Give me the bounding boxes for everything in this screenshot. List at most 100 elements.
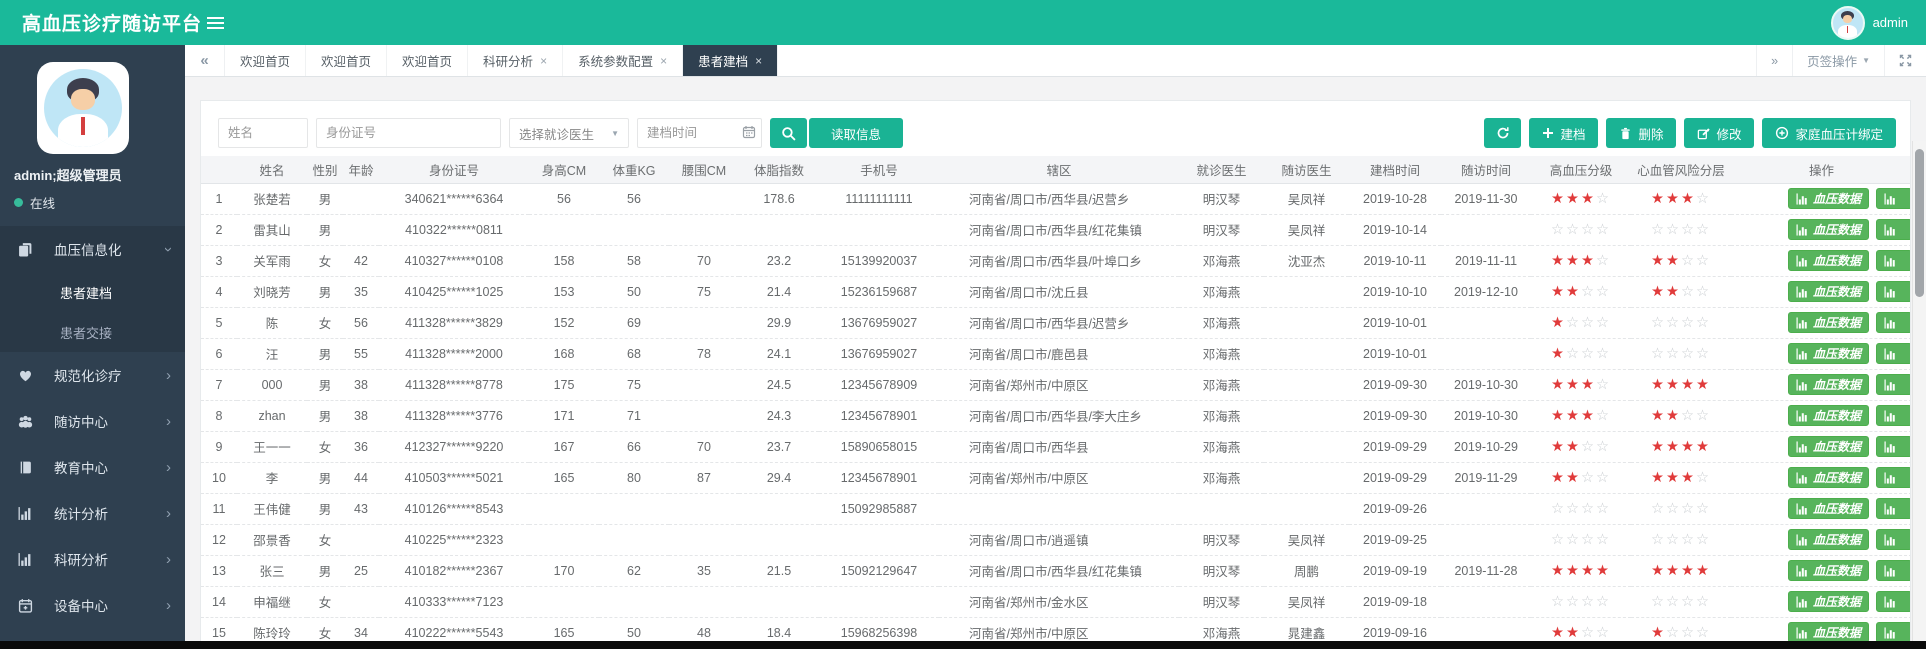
- table-row[interactable]: 9王一一女36412327******9220167667023.7158906…: [201, 431, 1911, 462]
- star-empty-icon: ☆: [1551, 501, 1566, 517]
- sidebar-item[interactable]: 规范化诊疗›: [0, 352, 185, 398]
- bp-chart-button[interactable]: [1876, 374, 1911, 395]
- bp-chart-button[interactable]: [1876, 188, 1911, 209]
- bind-bp-monitor-label: 家庭血压计绑定: [1795, 124, 1883, 143]
- bp-chart-button[interactable]: [1876, 498, 1911, 519]
- bp-data-button[interactable]: 血压数据: [1788, 312, 1869, 333]
- bp-chart-button[interactable]: [1876, 312, 1911, 333]
- table-row[interactable]: 5陈女56411328******38291526929.91367695902…: [201, 307, 1911, 338]
- star-empty-icon: ☆: [1651, 346, 1666, 362]
- menu-toggle-icon[interactable]: [207, 14, 224, 32]
- sidebar-item[interactable]: 随访中心›: [0, 398, 185, 444]
- tab-actions-dropdown[interactable]: 页签操作 ▼: [1792, 45, 1884, 76]
- bp-data-button[interactable]: 血压数据: [1788, 343, 1869, 364]
- table-row[interactable]: 1张楚若男340621******63645656178.61111111111…: [201, 183, 1911, 214]
- sidebar-item[interactable]: 科研分析›: [0, 536, 185, 582]
- star-filled-icon: ★: [1666, 470, 1681, 486]
- table-row[interactable]: 14申福继女410333******7123河南省/郑州市/金水区明汉琴吴凤祥2…: [201, 586, 1911, 617]
- tab[interactable]: 欢迎首页: [387, 45, 468, 76]
- cell-idcard: 410333******7123: [379, 586, 529, 617]
- table-row[interactable]: 12邵景香女410225******2323河南省/周口市/逍遥镇明汉琴吴凤祥2…: [201, 524, 1911, 555]
- sidebar-item[interactable]: 血压信息化›: [0, 226, 185, 272]
- table-row[interactable]: 7000男38411328******87781757524.512345678…: [201, 369, 1911, 400]
- delete-button[interactable]: 删除: [1606, 118, 1676, 148]
- name-input[interactable]: [218, 118, 308, 148]
- user-avatar[interactable]: [1831, 6, 1865, 40]
- bp-data-button[interactable]: 血压数据: [1788, 529, 1869, 550]
- doctor-select[interactable]: 选择就诊医生 ▼: [509, 118, 629, 148]
- close-icon[interactable]: ×: [540, 54, 547, 68]
- bp-data-button[interactable]: 血压数据: [1788, 498, 1869, 519]
- bp-chart-button[interactable]: [1876, 281, 1911, 302]
- bp-data-button[interactable]: 血压数据: [1788, 250, 1869, 271]
- tabs-scroll-right-icon[interactable]: »: [1756, 45, 1792, 76]
- bp-data-button[interactable]: 血压数据: [1788, 374, 1869, 395]
- id-card-input[interactable]: [316, 118, 501, 148]
- cell-actions: 血压数据: [1731, 338, 1911, 369]
- star-filled-icon: ★: [1566, 191, 1581, 207]
- table-row[interactable]: 13张三男25410182******2367170623521.5150921…: [201, 555, 1911, 586]
- bp-chart-button[interactable]: [1876, 529, 1911, 550]
- cardiovascular-risk-rating: ★★★★: [1631, 555, 1731, 586]
- tab[interactable]: 系统参数配置×: [563, 45, 683, 76]
- fullscreen-icon[interactable]: [1884, 45, 1926, 76]
- bp-data-button[interactable]: 血压数据: [1788, 281, 1869, 302]
- tab[interactable]: 患者建档×: [683, 45, 778, 76]
- username-label[interactable]: admin: [1873, 15, 1908, 30]
- table-row[interactable]: 3关军雨女42410327******0108158587023.2151399…: [201, 245, 1911, 276]
- vertical-scrollbar[interactable]: [1912, 141, 1926, 649]
- tab[interactable]: 欢迎首页: [306, 45, 387, 76]
- cell-age: 35: [343, 276, 379, 307]
- bp-data-button[interactable]: 血压数据: [1788, 591, 1869, 612]
- refresh-button[interactable]: [1484, 118, 1521, 148]
- read-info-button[interactable]: 读取信息: [809, 118, 903, 148]
- sidebar-subitem[interactable]: 患者建档: [0, 272, 185, 312]
- tab[interactable]: 科研分析×: [468, 45, 563, 76]
- create-record-button[interactable]: 建档: [1529, 118, 1598, 148]
- bp-chart-button[interactable]: [1876, 560, 1911, 581]
- bp-data-button[interactable]: 血压数据: [1788, 560, 1869, 581]
- scrollbar-thumb[interactable]: [1915, 149, 1924, 297]
- table-row[interactable]: 11王伟健男43410126******8543150929858872019-…: [201, 493, 1911, 524]
- close-icon[interactable]: ×: [755, 54, 762, 68]
- calendar-icon[interactable]: [742, 125, 756, 144]
- bp-data-button[interactable]: 血压数据: [1788, 467, 1869, 488]
- table-row[interactable]: 8zhan男38411328******37761717124.31234567…: [201, 400, 1911, 431]
- table-row[interactable]: 10李男44410503******5021165808729.41234567…: [201, 462, 1911, 493]
- bp-chart-button[interactable]: [1876, 436, 1911, 457]
- cell-age: 44: [343, 462, 379, 493]
- bp-chart-button[interactable]: [1876, 219, 1911, 240]
- search-button[interactable]: [770, 118, 807, 148]
- bp-data-button[interactable]: 血压数据: [1788, 405, 1869, 426]
- bp-data-button[interactable]: 血压数据: [1788, 436, 1869, 457]
- sidebar-item[interactable]: 统计分析›: [0, 490, 185, 536]
- cell-actions: 血压数据: [1731, 400, 1911, 431]
- star-filled-icon: ★: [1696, 439, 1711, 455]
- cell-fdoctor: [1264, 400, 1349, 431]
- tabs-scroll-left-icon[interactable]: «: [185, 45, 225, 76]
- profile-avatar[interactable]: [37, 62, 129, 154]
- sidebar-item[interactable]: 设备中心›: [0, 582, 185, 628]
- bp-data-label: 血压数据: [1813, 283, 1861, 300]
- star-filled-icon: ★: [1551, 408, 1566, 424]
- bp-chart-button[interactable]: [1876, 343, 1911, 364]
- bp-chart-button[interactable]: [1876, 467, 1911, 488]
- bind-bp-monitor-button[interactable]: 家庭血压计绑定: [1762, 118, 1896, 148]
- table-row[interactable]: 6汪男55411328******2000168687824.113676959…: [201, 338, 1911, 369]
- cell-created: 2019-10-11: [1349, 245, 1441, 276]
- edit-button[interactable]: 修改: [1684, 118, 1754, 148]
- bp-data-button[interactable]: 血压数据: [1788, 188, 1869, 209]
- star-filled-icon: ★: [1551, 470, 1566, 486]
- sidebar-item[interactable]: 教育中心›: [0, 444, 185, 490]
- bp-chart-button[interactable]: [1876, 250, 1911, 271]
- table-row[interactable]: 4刘晓芳男35410425******1025153507521.4152361…: [201, 276, 1911, 307]
- bp-chart-button[interactable]: [1876, 591, 1911, 612]
- tab[interactable]: 欢迎首页: [225, 45, 306, 76]
- table-row[interactable]: 2雷其山男410322******0811河南省/周口市/西华县/红花集镇明汉琴…: [201, 214, 1911, 245]
- bp-data-label: 血压数据: [1813, 562, 1861, 579]
- star-filled-icon: ★: [1681, 439, 1696, 455]
- bp-data-button[interactable]: 血压数据: [1788, 219, 1869, 240]
- bp-chart-button[interactable]: [1876, 405, 1911, 426]
- close-icon[interactable]: ×: [660, 54, 667, 68]
- sidebar-subitem[interactable]: 患者交接: [0, 312, 185, 352]
